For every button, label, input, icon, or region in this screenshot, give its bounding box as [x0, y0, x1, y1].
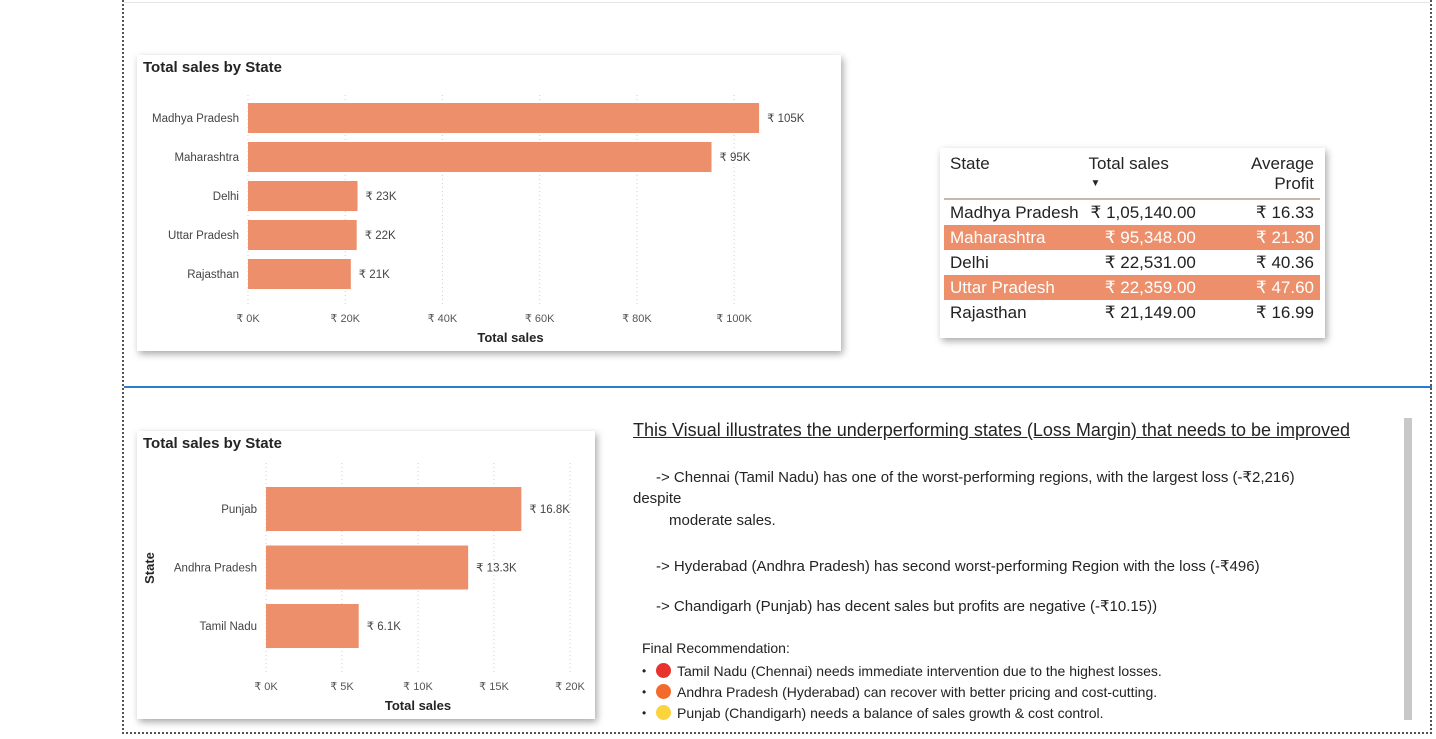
recommendation-title: Final Recommendation: [642, 640, 790, 656]
x-tick-label: ₹ 80K [622, 313, 652, 325]
bullet-icon: • [642, 684, 647, 699]
cell-state: Delhi [950, 252, 989, 272]
data-label: ₹ 95K [719, 152, 750, 164]
cell-state: Maharashtra [944, 225, 1085, 250]
data-label: ₹ 21K [359, 269, 390, 281]
recommendation-text: Andhra Pradesh (Hyderabad) can recover w… [677, 683, 1158, 700]
y-category-label: Punjab [221, 504, 257, 516]
cell-state: Rajasthan [950, 302, 1027, 322]
data-label: ₹ 6.1K [367, 621, 401, 633]
table-row[interactable]: Delhi ₹ 22,531.00 ₹ 40.36 [944, 250, 1320, 275]
bar [266, 545, 469, 590]
x-tick-label: ₹ 40K [428, 313, 458, 325]
state-sales-table-card[interactable]: State Total sales ▼ Average Profit Madhya… [940, 148, 1325, 338]
x-axis-title: Total sales [477, 330, 543, 345]
cell-profit: ₹ 21.30 [1201, 225, 1320, 250]
cell-sales: ₹ 21,149.00 [1104, 302, 1196, 322]
y-category-label: Rajasthan [187, 269, 239, 281]
col-header-average-profit[interactable]: Average Profit [1202, 152, 1320, 199]
bar [248, 181, 358, 211]
cell-sales: ₹ 1,05,140.00 [1090, 202, 1196, 222]
table-row[interactable]: Uttar Pradesh ₹ 22,359.00 ₹ 47.60 [944, 275, 1320, 300]
bullet-icon: • [642, 663, 647, 678]
insight-hyderabad: -> Hyderabad (Andhra Pradesh) has second… [656, 558, 1260, 575]
bar-chart-total-sales-top[interactable]: ₹ 0K ₹ 20K ₹ 40K ₹ 60K ₹ 80K ₹ 100K Madhya Pra… [137, 55, 841, 351]
orange-circle-icon [656, 684, 671, 699]
y-category-label: Uttar Pradesh [168, 230, 239, 242]
x-tick-label: ₹ 0K [254, 681, 278, 693]
x-axis-title: Total sales [385, 698, 451, 713]
y-category-label: Andhra Pradesh [174, 563, 257, 575]
bar [248, 142, 712, 172]
red-circle-icon [656, 663, 671, 678]
sort-desc-icon[interactable]: ▼ [1091, 179, 1101, 189]
data-label: ₹ 105K [767, 113, 805, 125]
table-row[interactable]: Maharashtra ₹ 95,348.00 ₹ 21.30 [944, 225, 1320, 250]
x-tick-label: ₹ 10K [403, 681, 433, 693]
insight-chennai-cont2: moderate sales. [669, 512, 776, 529]
state-sales-table: State Total sales ▼ Average Profit Madhya… [944, 152, 1320, 325]
recommendation-text: Tamil Nadu (Chennai) needs immediate int… [677, 662, 1162, 679]
x-tick-label: ₹ 100K [716, 313, 752, 325]
insight-chandigarh: -> Chandigarh (Punjab) has decent sales … [656, 598, 1158, 615]
list-item: • Punjab (Chandigarh) needs a balance of… [642, 702, 1162, 723]
cell-profit: ₹ 40.36 [1255, 252, 1314, 272]
insight-chennai-cont: despite [633, 490, 682, 507]
data-label: ₹ 23K [366, 191, 397, 203]
x-tick-label: ₹ 15K [479, 681, 509, 693]
bar [248, 220, 357, 250]
col-header-total-sales[interactable]: Total sales ▼ [1085, 152, 1202, 199]
y-category-label: Madhya Pradesh [152, 113, 239, 125]
cell-state: Madhya Pradesh [950, 202, 1079, 222]
x-tick-label: ₹ 5K [330, 681, 354, 693]
recommendation-text: Punjab (Chandigarh) needs a balance of s… [677, 704, 1104, 721]
chart-card-top[interactable]: Total sales by State ₹ 0K ₹ 20K ₹ 40K ₹ 60K… [137, 55, 841, 351]
list-item: • Tamil Nadu (Chennai) needs immediate i… [642, 660, 1162, 681]
chart-card-bottom[interactable]: Total sales by State ₹ 0K ₹ 5K ₹ 10K ₹ 15K ₹… [137, 431, 595, 719]
x-tick-label: ₹ 0K [236, 313, 260, 325]
y-category-label: Delhi [213, 191, 239, 203]
x-tick-label: ₹ 20K [555, 681, 585, 693]
cell-sales: ₹ 95,348.00 [1084, 225, 1202, 250]
yellow-circle-icon [656, 705, 671, 720]
y-axis-title: State [142, 552, 157, 584]
recommendation-list: • Tamil Nadu (Chennai) needs immediate i… [642, 660, 1162, 723]
x-tick-label: ₹ 20K [330, 313, 360, 325]
cell-sales: ₹ 22,359.00 [1084, 275, 1202, 300]
y-category-label: Tamil Nadu [199, 621, 257, 633]
col-header-state[interactable]: State [944, 152, 1085, 199]
bullet-icon: • [642, 705, 647, 720]
table-row[interactable]: Rajasthan ₹ 21,149.00 ₹ 16.99 [944, 300, 1320, 325]
data-label: ₹ 22K [365, 230, 396, 242]
cell-state: Uttar Pradesh [944, 275, 1085, 300]
section-divider [124, 386, 1432, 388]
cell-profit: ₹ 16.33 [1255, 202, 1314, 222]
data-label: ₹ 13.3K [476, 563, 517, 575]
insight-chennai: -> Chennai (Tamil Nadu) has one of the w… [656, 469, 1295, 486]
table-row[interactable]: Madhya Pradesh ₹ 1,05,140.00 ₹ 16.33 [944, 199, 1320, 225]
cell-profit: ₹ 16.99 [1255, 302, 1314, 322]
textbox-scrollbar[interactable] [1404, 418, 1412, 720]
bar [248, 103, 760, 133]
top-border-line [124, 2, 1430, 3]
x-tick-label: ₹ 60K [525, 313, 555, 325]
cell-sales: ₹ 22,531.00 [1104, 252, 1196, 272]
y-category-label: Maharashtra [174, 152, 239, 164]
bar-chart-total-sales-bottom[interactable]: ₹ 0K ₹ 5K ₹ 10K ₹ 15K ₹ 20K Punjab ₹ 16.8K Andh… [137, 431, 595, 719]
cell-profit: ₹ 47.60 [1201, 275, 1320, 300]
bar [248, 259, 351, 289]
bar [266, 604, 359, 648]
data-label: ₹ 16.8K [529, 504, 570, 516]
insights-title: This Visual illustrates the underperform… [633, 420, 1351, 440]
bar [266, 487, 522, 531]
list-item: • Andhra Pradesh (Hyderabad) can recover… [642, 681, 1162, 702]
